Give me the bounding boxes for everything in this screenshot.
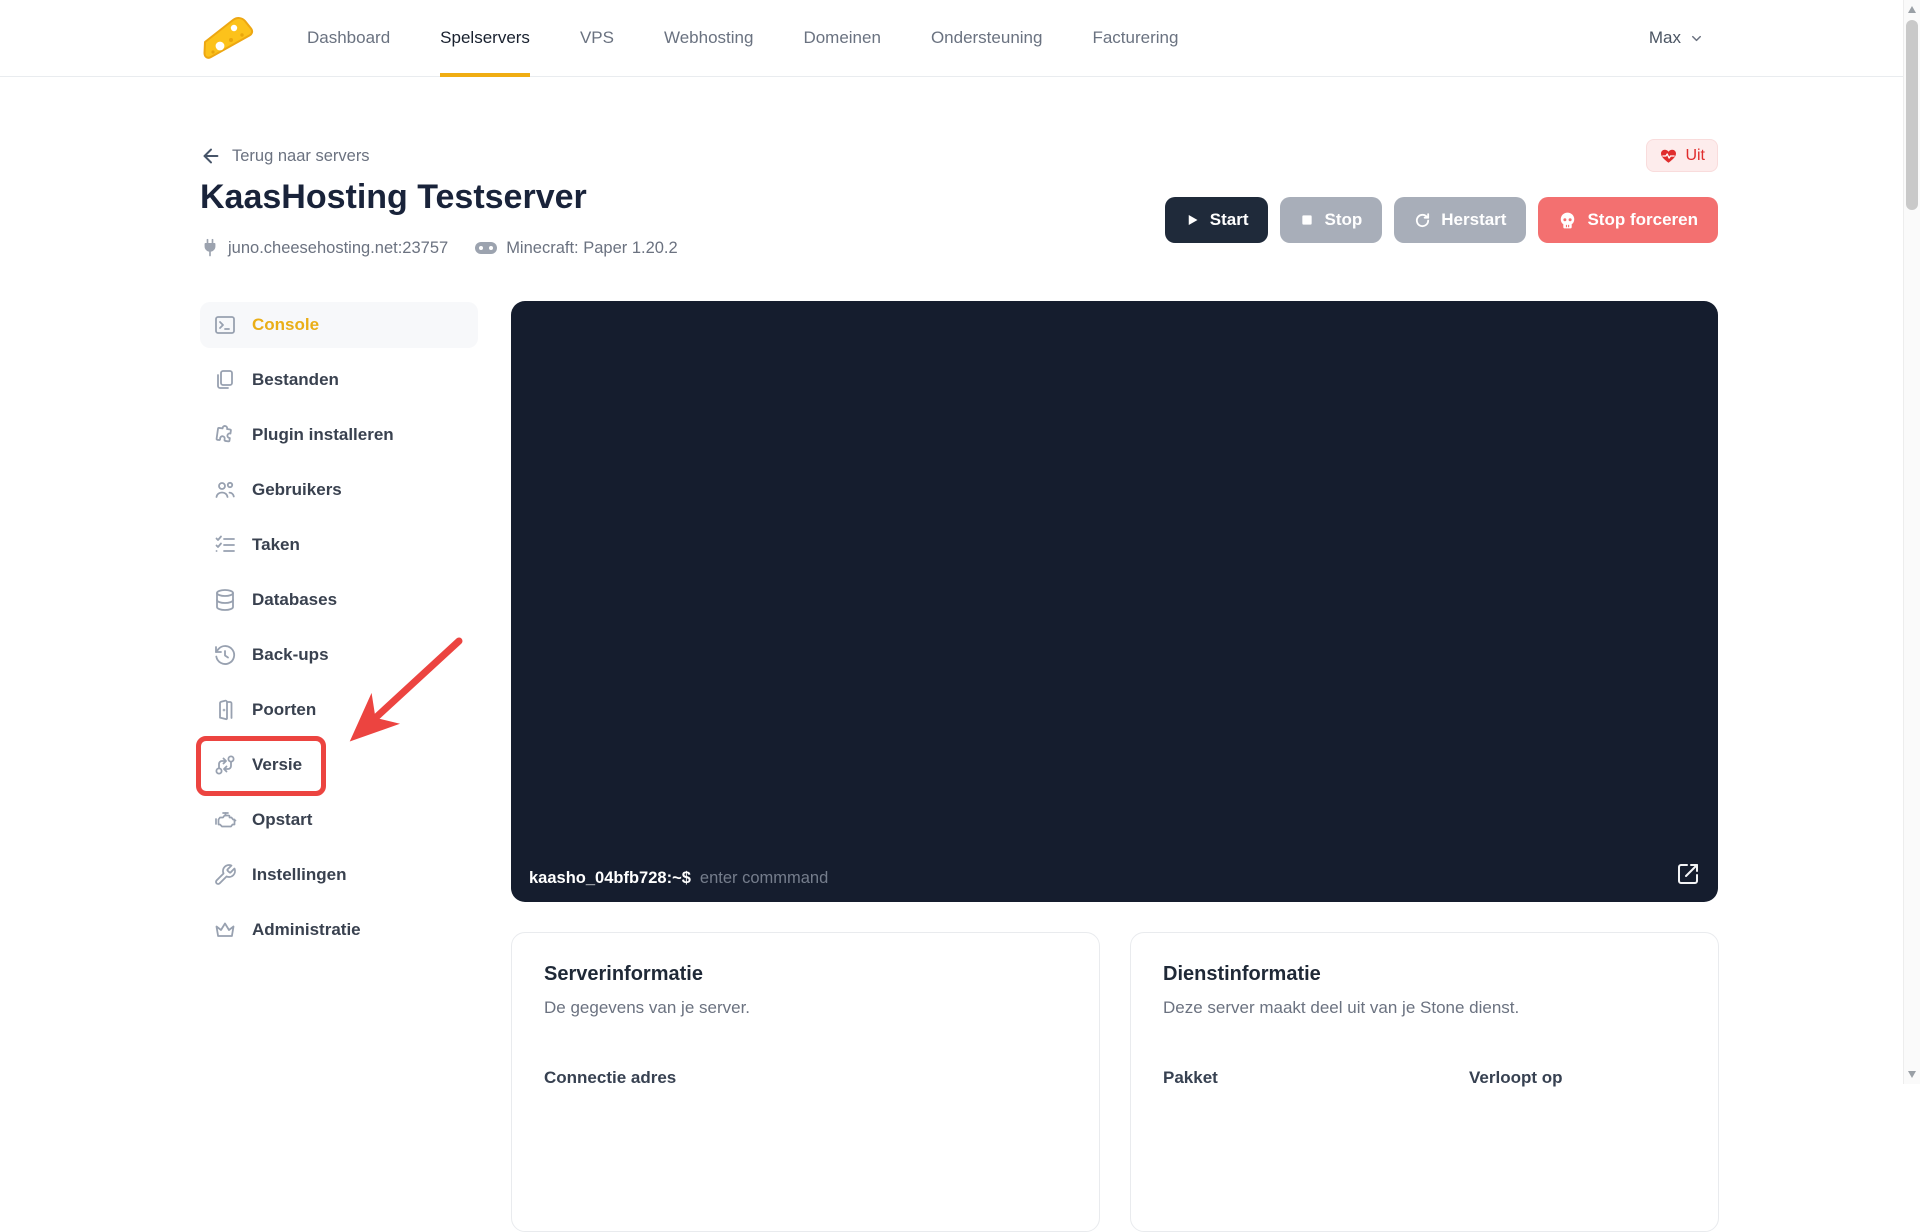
cheese-logo[interactable]	[200, 13, 260, 63]
nav-item-spelservers[interactable]: Spelservers	[415, 0, 555, 77]
external-link-icon	[1678, 864, 1698, 884]
server-info-card: Serverinformatie De gegevens van je serv…	[511, 932, 1100, 1232]
restart-button-label: Herstart	[1441, 210, 1507, 229]
user-name: Max	[1648, 28, 1681, 47]
sidebar-item-label: Opstart	[252, 810, 313, 829]
start-button[interactable]: Start	[1164, 197, 1269, 243]
server-meta: juno.cheesehosting.net:23757 Minecraft: …	[200, 238, 678, 258]
door-icon	[212, 697, 238, 723]
console-panel: kaasho_04bfb728:~$ enter commmand	[511, 301, 1718, 902]
card-subtitle: De gegevens van je server.	[544, 998, 751, 1017]
sidebar-item-backups[interactable]: Back-ups	[200, 632, 478, 678]
page-scrollbar[interactable]	[1903, 0, 1920, 1084]
console-prompt: kaasho_04bfb728:~$	[529, 869, 691, 887]
card-title: Dienstinformatie	[1163, 963, 1321, 985]
skull-icon	[1561, 212, 1575, 228]
sidebar-item-label: Console	[252, 315, 320, 334]
sidebar-item-taken[interactable]: Taken	[200, 522, 478, 568]
console-placeholder: enter commmand	[699, 869, 829, 887]
scrollbar-down-arrow[interactable]	[1908, 1071, 1916, 1078]
field-label-verloopt-op: Verloopt op	[1469, 1068, 1563, 1087]
sidebar-item-label: Gebruikers	[252, 480, 342, 499]
chevron-down-icon	[1692, 35, 1701, 41]
server-version: Minecraft: Paper 1.20.2	[474, 239, 678, 258]
sidebar-item-console[interactable]: Console	[200, 302, 478, 348]
card-title: Serverinformatie	[544, 963, 703, 985]
server-address: juno.cheesehosting.net:23757	[200, 238, 448, 258]
sidebar-item-label: Databases	[252, 590, 338, 609]
play-icon	[1188, 215, 1198, 225]
users-icon	[212, 477, 238, 503]
nav-item-webhosting[interactable]: Webhosting	[639, 0, 778, 76]
sidebar-item-label: Poorten	[252, 700, 317, 719]
puzzle-icon	[212, 422, 238, 448]
cheese-icon	[203, 17, 254, 59]
sidebar-item-plugin-installeren[interactable]: Plugin installeren	[200, 412, 478, 458]
crown-icon	[212, 917, 238, 943]
history-icon	[212, 642, 238, 668]
stop-icon	[1302, 215, 1313, 225]
sidebar-item-bestanden[interactable]: Bestanden	[200, 357, 478, 403]
sidebar-item-instellingen[interactable]: Instellingen	[200, 852, 478, 898]
scrollbar-up-arrow[interactable]	[1908, 6, 1916, 13]
scrollbar-thumb[interactable]	[1906, 20, 1918, 210]
console-command-input[interactable]: kaasho_04bfb728:~$ enter commmand	[529, 869, 1658, 888]
tasks-icon	[212, 532, 238, 558]
force-stop-button-label: Stop forceren	[1587, 210, 1698, 229]
card-subtitle: Deze server maakt deel uit van je Stone …	[1163, 998, 1520, 1017]
sidebar-item-label: Plugin installeren	[252, 425, 394, 444]
server-version-text: Minecraft: Paper 1.20.2	[506, 238, 678, 257]
wrench-icon	[212, 862, 238, 888]
database-icon	[212, 587, 238, 613]
nav-item-domeinen[interactable]: Domeinen	[778, 0, 906, 76]
engine-icon	[212, 807, 238, 833]
terminal-icon	[212, 312, 238, 338]
field-label-connectie-adres: Connectie adres	[544, 1068, 677, 1087]
top-nav: Dashboard Spelservers VPS Webhosting Dom…	[0, 0, 1920, 77]
files-icon	[212, 367, 238, 393]
version-icon	[212, 752, 238, 778]
heart-pulse-icon	[1661, 149, 1677, 163]
restart-button[interactable]: Herstart	[1394, 197, 1527, 243]
nav-item-facturering[interactable]: Facturering	[1067, 0, 1203, 76]
sidebar-item-opstart[interactable]: Opstart	[200, 797, 478, 843]
user-menu[interactable]: Max	[1649, 28, 1704, 48]
page-title: KaasHosting Testserver	[200, 178, 587, 216]
restart-icon	[1416, 212, 1430, 227]
server-actions: Start Stop Herstart Stop forceren	[1164, 197, 1718, 243]
service-info-card: Dienstinformatie Deze server maakt deel …	[1130, 932, 1719, 1232]
sidebar-item-label: Administratie	[252, 920, 361, 939]
start-button-label: Start	[1209, 210, 1249, 229]
sidebar-item-versie[interactable]: Versie	[200, 742, 478, 788]
sidebar-item-administratie[interactable]: Administratie	[200, 907, 478, 953]
sidebar-item-label: Back-ups	[252, 645, 329, 664]
status-badge: Uit	[1646, 139, 1718, 172]
sidebar-item-label: Bestanden	[252, 370, 339, 389]
field-label-pakket: Pakket	[1163, 1068, 1218, 1087]
sidebar-item-label: Instellingen	[252, 865, 347, 884]
sidebar-item-label: Versie	[252, 755, 303, 774]
plug-icon	[204, 238, 216, 257]
server-sidebar: Console Bestanden Plugin installeren Geb…	[200, 302, 478, 962]
stop-button-label: Stop	[1324, 210, 1363, 229]
console-expand-button[interactable]	[1676, 862, 1700, 886]
force-stop-button[interactable]: Stop forceren	[1538, 197, 1718, 243]
sidebar-item-poorten[interactable]: Poorten	[200, 687, 478, 733]
server-address-text: juno.cheesehosting.net:23757	[228, 238, 449, 257]
stop-button[interactable]: Stop	[1280, 197, 1383, 243]
gamepad-icon	[475, 242, 498, 254]
nav-item-ondersteuning[interactable]: Ondersteuning	[906, 0, 1068, 76]
arrow-left-icon	[203, 148, 219, 164]
sidebar-item-label: Taken	[252, 535, 300, 554]
back-to-servers-link[interactable]: Terug naar servers	[200, 145, 370, 167]
nav-item-dashboard[interactable]: Dashboard	[282, 0, 415, 76]
back-link-label: Terug naar servers	[232, 146, 370, 165]
nav-links: Dashboard Spelservers VPS Webhosting Dom…	[282, 0, 1203, 77]
nav-item-vps[interactable]: VPS	[555, 0, 639, 76]
sidebar-item-gebruikers[interactable]: Gebruikers	[200, 467, 478, 513]
sidebar-item-databases[interactable]: Databases	[200, 577, 478, 623]
status-badge-label: Uit	[1685, 146, 1705, 164]
